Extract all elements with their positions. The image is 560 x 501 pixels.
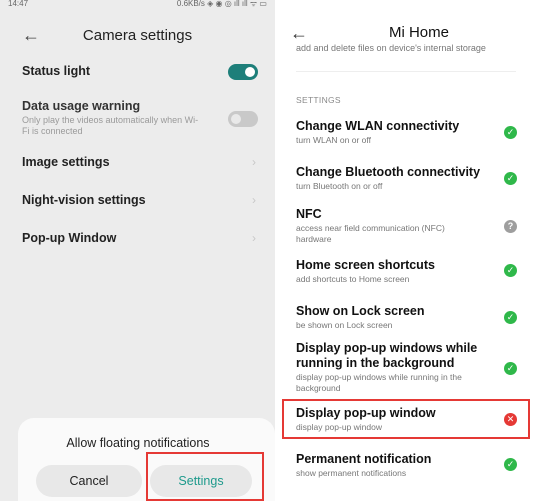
permission-change-bluetooth[interactable]: Change Bluetooth connectivity turn Bluet… — [296, 165, 522, 192]
chevron-right-icon: › — [252, 231, 256, 245]
allowed-check-icon[interactable]: ✓ — [504, 458, 517, 471]
setting-data-usage-warning[interactable]: Data usage warning Only play the videos … — [22, 99, 258, 139]
permission-show-on-lock-screen[interactable]: Show on Lock screen be shown on Lock scr… — [296, 304, 522, 331]
permission-title: Change WLAN connectivity — [296, 119, 460, 133]
allowed-check-icon[interactable]: ✓ — [504, 172, 517, 185]
data-usage-toggle[interactable] — [228, 111, 258, 127]
permission-description: be shown on Lock screen — [296, 320, 393, 330]
permission-change-wlan[interactable]: Change WLAN connectivity turn WLAN on or… — [296, 119, 522, 146]
page-title: Camera settings — [82, 27, 193, 44]
setting-sublabel: Only play the videos automatically when … — [22, 115, 199, 136]
permission-title: Show on Lock screen — [296, 304, 425, 318]
permission-nfc[interactable]: NFC access near field communication (NFC… — [296, 207, 522, 245]
section-label: SETTINGS — [296, 95, 341, 105]
divider — [296, 71, 516, 72]
allowed-check-icon[interactable]: ✓ — [504, 126, 517, 139]
status-light-toggle[interactable] — [228, 64, 258, 80]
camera-settings-header: ← Camera settings — [0, 24, 275, 48]
setting-label: Pop-up Window — [22, 231, 117, 245]
allowed-check-icon[interactable]: ✓ — [504, 264, 517, 277]
cut-off-description: add and delete files on device's interna… — [296, 43, 486, 53]
chevron-right-icon: › — [252, 155, 256, 169]
settings-button-highlight — [146, 452, 264, 501]
permission-title: Permanent notification — [296, 452, 432, 466]
toggle-knob — [231, 114, 241, 124]
permission-title: NFC — [296, 207, 322, 221]
page-title: Mi Home — [388, 24, 449, 41]
permission-description: turn Bluetooth on or off — [296, 181, 383, 191]
setting-label: Image settings — [22, 155, 110, 169]
status-bar: 14:47 0.6KB/s ◈ ◉ ◎ ıll ıll ᯤ ▭ — [0, 0, 275, 14]
setting-night-vision[interactable]: Night-vision settings › — [22, 193, 258, 211]
permission-description: turn WLAN on or off — [296, 135, 371, 145]
permission-title: Change Bluetooth connectivity — [296, 165, 481, 179]
camera-settings-screen: 14:47 0.6KB/s ◈ ◉ ◎ ıll ıll ᯤ ▭ ← Camera… — [0, 0, 275, 501]
permission-permanent-notification[interactable]: Permanent notification show permanent no… — [296, 452, 522, 479]
mi-home-permissions-screen: ← Mi Home add and delete files on device… — [278, 0, 560, 501]
permission-home-screen-shortcuts[interactable]: Home screen shortcuts add shortcuts to H… — [296, 258, 522, 285]
allowed-check-icon[interactable]: ✓ — [504, 362, 517, 375]
status-time: 14:47 — [8, 0, 29, 8]
status-indicators: 0.6KB/s ◈ ◉ ◎ ıll ıll ᯤ ▭ — [176, 0, 267, 8]
permission-description: add shortcuts to Home screen — [296, 274, 410, 284]
ask-question-icon[interactable]: ? — [504, 220, 517, 233]
cancel-button[interactable]: Cancel — [36, 465, 142, 497]
setting-label: Status light — [22, 64, 91, 78]
dialog-message: Allow floating notifications — [66, 436, 210, 450]
permission-title: Display pop-up windows while running in … — [296, 341, 478, 370]
setting-label: Night-vision settings — [22, 193, 146, 207]
permission-description: display pop-up windows while running in … — [296, 372, 462, 393]
permission-popup-background[interactable]: Display pop-up windows while running in … — [296, 341, 506, 394]
permission-title: Home screen shortcuts — [296, 258, 435, 272]
setting-pop-up-window[interactable]: Pop-up Window › — [22, 231, 258, 249]
permission-description: access near field communication (NFC) ha… — [296, 223, 445, 244]
setting-image-settings[interactable]: Image settings › — [22, 155, 258, 173]
chevron-right-icon: › — [252, 193, 256, 207]
setting-status-light[interactable]: Status light — [22, 64, 258, 82]
allowed-check-icon[interactable]: ✓ — [504, 311, 517, 324]
popup-window-row-highlight — [282, 399, 530, 439]
toggle-knob — [245, 67, 255, 77]
permission-description: show permanent notifications — [296, 468, 407, 478]
setting-label: Data usage warning — [22, 99, 141, 113]
